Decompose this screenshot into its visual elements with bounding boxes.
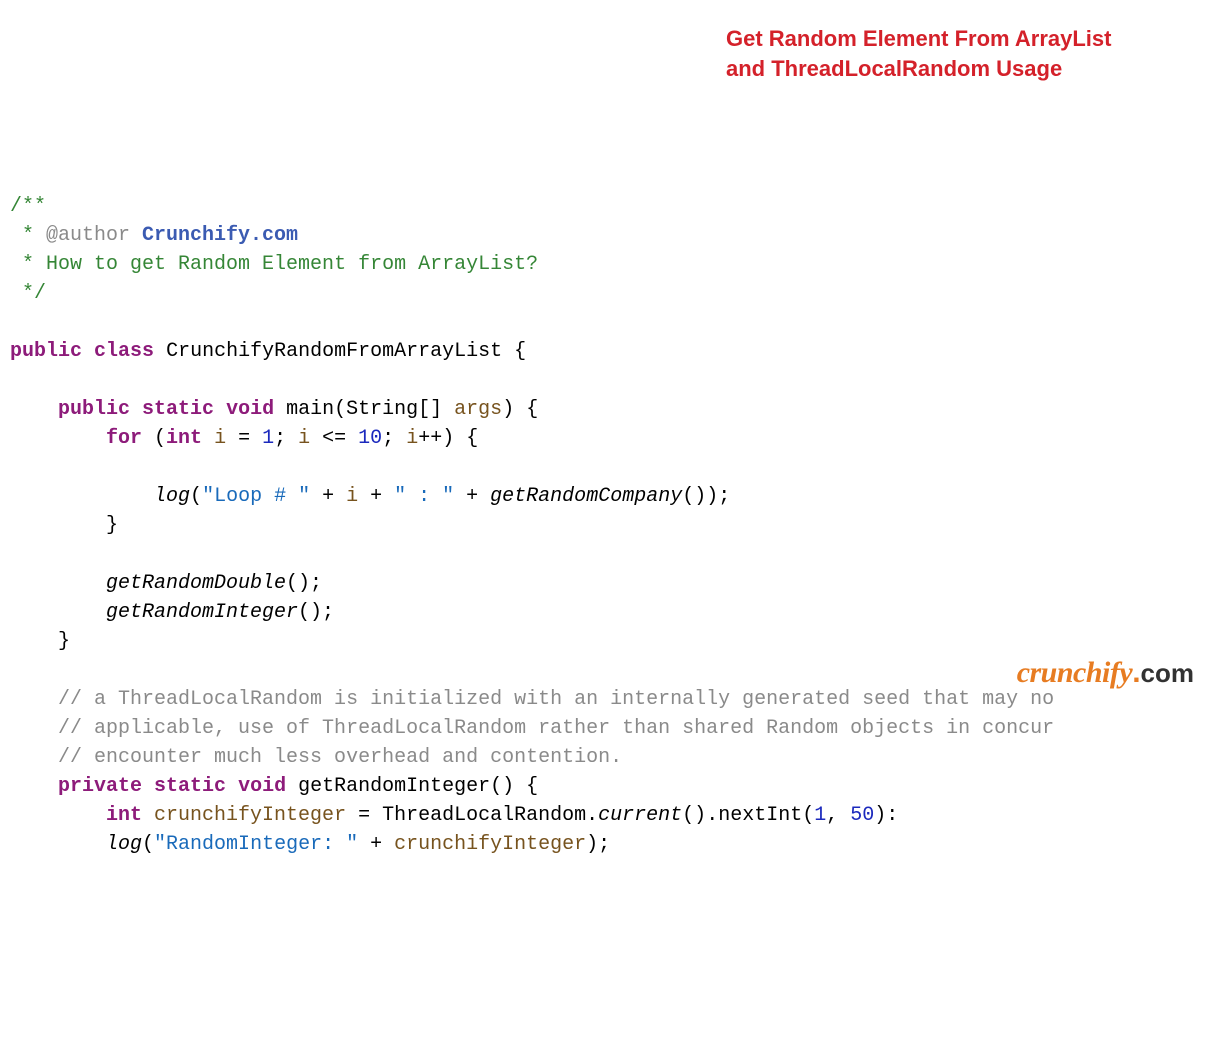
crunchify-logo: crunchify.com [1017, 651, 1194, 695]
string-loop: "Loop # " [202, 485, 310, 508]
var-ci-ref: crunchifyInteger [394, 833, 586, 856]
plus-op: + [310, 485, 346, 508]
paren-close-semi: ); [706, 485, 730, 508]
brace-open: { [502, 340, 526, 363]
var-crunchifyInteger: crunchifyInteger [142, 804, 346, 827]
author-annotation: @author [46, 224, 130, 247]
args-open: ( [802, 804, 814, 827]
semi: ; [382, 427, 406, 450]
overlay-line2: and ThreadLocalRandom Usage [726, 56, 1062, 81]
kw-private: private [58, 775, 142, 798]
nextInt-call: nextInt [718, 804, 802, 827]
getRandomCompany-call: getRandomCompany [490, 485, 682, 508]
call-end: (); [298, 601, 334, 624]
paren-open: ( [334, 398, 346, 421]
class-name: CrunchifyRandomFromArrayList [166, 340, 502, 363]
dot: . [586, 804, 598, 827]
paren-open2: ( [190, 485, 202, 508]
comma: , [826, 804, 850, 827]
comment-line-1: // a ThreadLocalRandom is initialized wi… [58, 688, 1054, 711]
tlr-class: ThreadLocalRandom [382, 804, 586, 827]
lte-op: <= [310, 427, 358, 450]
empty-call: () [682, 485, 706, 508]
overlay-title: Get Random Element From ArrayList and Thr… [726, 24, 1186, 83]
arg-1: 1 [814, 804, 826, 827]
paren-close: ) [502, 398, 514, 421]
javadoc-star: * [10, 224, 46, 247]
method-main: main [286, 398, 334, 421]
for-close: ) { [442, 427, 478, 450]
brace-open: { [514, 775, 538, 798]
paren-open: ( [490, 775, 502, 798]
array-suffix: [] [418, 398, 442, 421]
kw-class: class [94, 340, 154, 363]
plus-op: + [358, 833, 394, 856]
brace-open: { [514, 398, 538, 421]
overlay-line1: Get Random Element From ArrayList [726, 26, 1111, 51]
for-open: ( [142, 427, 166, 450]
javadoc-star2: * [10, 253, 46, 276]
args-close: ): [874, 804, 898, 827]
num-10: 10 [358, 427, 382, 450]
paren-close: ) [502, 775, 514, 798]
kw-static: static [142, 398, 214, 421]
getRandomDouble-call: getRandomDouble [106, 572, 286, 595]
type-string: String [346, 398, 418, 421]
logo-script: crunchify [1017, 656, 1133, 689]
kw-for: for [106, 427, 142, 450]
var-i-ref2: i [406, 427, 418, 450]
empty-call: () [682, 804, 706, 827]
kw-int: int [166, 427, 202, 450]
kw-public: public [58, 398, 130, 421]
logo-tld: com [1141, 658, 1194, 688]
assign-op: = [226, 427, 262, 450]
javadoc-desc: How to get Random Element from ArrayList… [46, 253, 538, 276]
var-i: i [202, 427, 226, 450]
plus-op: + [454, 485, 490, 508]
string-colon: " : " [394, 485, 454, 508]
brace-close: } [106, 514, 118, 537]
kw-public: public [10, 340, 82, 363]
incr-op: ++ [418, 427, 442, 450]
param-args: args [442, 398, 502, 421]
code-block: /** * @author Crunchify.com * How to get… [10, 192, 1218, 859]
brace-close: } [58, 630, 70, 653]
getRandomInteger-call: getRandomInteger [106, 601, 298, 624]
method-getRandomInteger: getRandomInteger [298, 775, 490, 798]
comment-line-3: // encounter much less overhead and cont… [58, 746, 622, 769]
call-end: (); [286, 572, 322, 595]
comment-line-2: // applicable, use of ThreadLocalRandom … [58, 717, 1054, 740]
kw-static: static [154, 775, 226, 798]
author-value: Crunchify.com [130, 224, 298, 247]
var-i-ref: i [298, 427, 310, 450]
paren-close-semi: ); [586, 833, 610, 856]
semi: ; [274, 427, 298, 450]
kw-int: int [106, 804, 142, 827]
dot: . [706, 804, 718, 827]
log-call: log [154, 485, 190, 508]
arg-50: 50 [850, 804, 874, 827]
num-1: 1 [262, 427, 274, 450]
javadoc-close: */ [10, 282, 46, 305]
paren-open: ( [142, 833, 154, 856]
current-call: current [598, 804, 682, 827]
kw-void: void [226, 398, 274, 421]
logo-dot: . [1132, 656, 1140, 689]
string-randint: "RandomInteger: " [154, 833, 358, 856]
var-i-ref3: i [346, 485, 358, 508]
log-call: log [106, 833, 142, 856]
plus-op: + [358, 485, 394, 508]
assign-op: = [346, 804, 382, 827]
javadoc-open: /** [10, 195, 46, 218]
kw-void: void [238, 775, 286, 798]
